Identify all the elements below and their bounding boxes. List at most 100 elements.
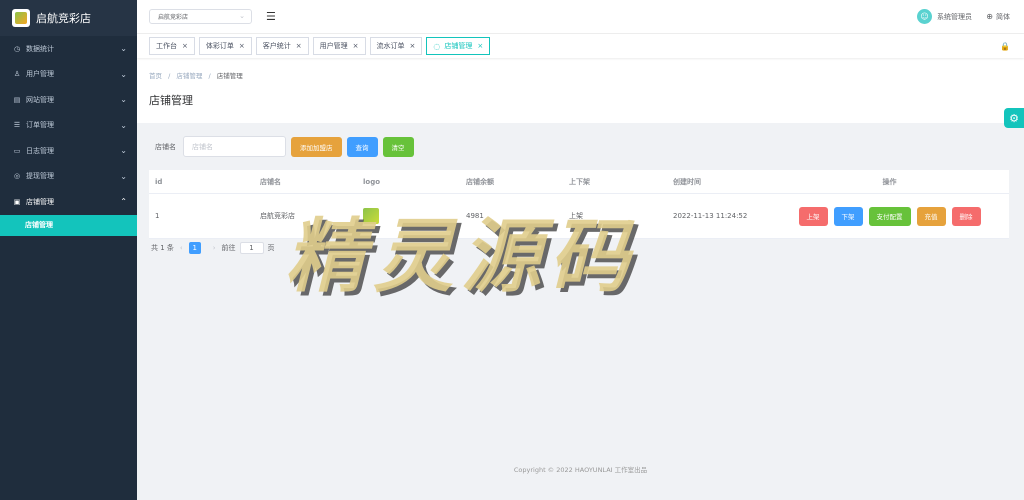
- tab-workbench[interactable]: 工作台 ×: [149, 37, 195, 55]
- recharge-button[interactable]: 充值: [916, 206, 946, 226]
- cell-id: 1: [155, 212, 160, 220]
- payment-config-button[interactable]: 支付配置: [868, 206, 911, 226]
- header-status: 上下架: [569, 177, 590, 186]
- chevron-down-icon: ⌄: [120, 171, 127, 181]
- header-actions: 操作: [882, 177, 897, 186]
- add-franchise-button[interactable]: 添加加盟店: [291, 136, 342, 157]
- close-icon[interactable]: ×: [410, 42, 416, 50]
- shop-icon: ▣: [13, 197, 21, 206]
- chevron-up-icon: ⌃: [120, 197, 127, 207]
- list-off-button[interactable]: 下架: [833, 206, 863, 226]
- sidebar-item-orders[interactable]: ☰ 订单管理 ⌄: [0, 113, 137, 139]
- menu-toggle-icon[interactable]: ☰: [266, 10, 276, 23]
- sidebar-item-label: 订单管理: [26, 121, 54, 130]
- table-header: id 店铺名 logo 店铺余额 上下架 创建时间 操作: [149, 170, 1009, 194]
- search-bar: 店铺名 店铺名 添加加盟店 查询 清空: [149, 136, 419, 157]
- close-icon[interactable]: ×: [182, 42, 188, 50]
- header-logo: logo: [363, 177, 381, 186]
- user-icon: ♙: [13, 70, 21, 79]
- header-created: 创建时间: [673, 177, 701, 186]
- sidebar-item-label: 日志管理: [26, 146, 54, 155]
- sidebar-item-withdraw[interactable]: ◎ 提现管理 ⌄: [0, 164, 137, 190]
- content-area: 店铺名 店铺名 添加加盟店 查询 清空 id 店铺名 logo 店铺余额 上下架…: [137, 132, 1024, 500]
- page-number-current[interactable]: 1: [188, 242, 201, 254]
- header-shop-name: 店铺名: [260, 177, 281, 186]
- close-icon[interactable]: ×: [239, 42, 245, 50]
- breadcrumb-home[interactable]: 首页: [149, 72, 162, 80]
- breadcrumb-separator: /: [208, 72, 211, 80]
- tab-users[interactable]: 用户管理 ×: [312, 37, 366, 55]
- prev-page-icon[interactable]: ‹: [180, 244, 183, 252]
- chevron-down-icon: ⌄: [120, 44, 127, 54]
- sidebar-item-website[interactable]: ▤ 网站管理 ⌄: [0, 87, 137, 113]
- main-area: 启航竞彩店 ⌄ ☰ ☺ 系统管理员 ⊕ 简体 工作台 × 体彩订单 × 客户统计 × …: [137, 0, 1024, 500]
- chevron-down-icon: ⌄: [120, 146, 127, 156]
- app-logo-icon: [12, 9, 30, 27]
- username: 系统管理员: [937, 12, 972, 21]
- sidebar-item-users[interactable]: ♙ 用户管理 ⌄: [0, 62, 137, 88]
- store-select[interactable]: 启航竞彩店 ⌄: [149, 9, 252, 24]
- sidebar-item-label: 提现管理: [26, 172, 54, 181]
- tab-lottery-orders[interactable]: 体彩订单 ×: [198, 37, 252, 55]
- topbar: 启航竞彩店 ⌄ ☰ ☺ 系统管理员 ⊕ 简体: [137, 0, 1024, 34]
- page-title: 店铺管理: [149, 94, 193, 107]
- sidebar-item-logs[interactable]: ▭ 日志管理 ⌄: [0, 138, 137, 164]
- close-icon[interactable]: ×: [353, 42, 359, 50]
- tab-label: 工作台: [156, 42, 177, 50]
- shop-logo-image: [363, 208, 379, 224]
- cell-actions: 上架 下架 支付配置 充值 删除: [770, 206, 1009, 226]
- shop-table: id 店铺名 logo 店铺余额 上下架 创建时间 操作 1 启航竞彩店 498…: [149, 170, 1009, 239]
- brand[interactable]: 启航竞彩店: [0, 0, 137, 36]
- sidebar-item-shops[interactable]: ▣ 店铺管理 ⌃: [0, 189, 137, 215]
- store-select-value: 启航竞彩店: [158, 14, 189, 21]
- refresh-icon: ◌: [433, 41, 441, 51]
- sidebar-item-statistics[interactable]: ◷ 数据统计 ⌄: [0, 36, 137, 62]
- sidebar: 启航竞彩店 ◷ 数据统计 ⌄ ♙ 用户管理 ⌄ ▤ 网站管理 ⌄ ☰ 订单管理 ⌄ ▭ 日志管理 ⌄…: [0, 0, 137, 500]
- list-on-button[interactable]: 上架: [798, 206, 828, 226]
- tab-shops[interactable]: ◌ 店铺管理 ×: [426, 37, 491, 55]
- settings-gear-icon[interactable]: ⚙: [1004, 108, 1024, 128]
- cell-balance: 4981: [466, 212, 484, 220]
- pagination-total: 共 1 条: [151, 244, 174, 252]
- close-icon[interactable]: ×: [296, 42, 302, 50]
- cell-logo: [357, 208, 460, 224]
- document-icon: ▤: [13, 95, 21, 104]
- chevron-down-icon: ⌄: [239, 12, 245, 20]
- header-balance: 店铺余额: [466, 177, 494, 186]
- breadcrumb-shop-group[interactable]: 店铺管理: [176, 72, 202, 80]
- next-page-icon[interactable]: ›: [213, 244, 216, 252]
- shop-name-input[interactable]: 店铺名: [183, 136, 286, 157]
- tab-label: 体彩订单: [205, 42, 234, 50]
- sidebar-subitem-shop-management[interactable]: 店铺管理: [0, 214, 137, 236]
- language-switch[interactable]: ⊕ 简体: [986, 12, 1010, 22]
- globe-icon: ⊕: [986, 12, 993, 21]
- list-icon: ☰: [13, 121, 21, 130]
- page-unit-label: 页: [267, 244, 275, 252]
- query-button[interactable]: 查询: [346, 136, 378, 157]
- lock-icon[interactable]: 🔒: [1000, 42, 1010, 51]
- tab-label: 店铺管理: [444, 42, 473, 50]
- tabs-bar: 工作台 × 体彩订单 × 客户统计 × 用户管理 × 流水订单 × ◌ 店铺管理 × 🔒: [137, 34, 1024, 58]
- chevron-down-icon: ⌄: [120, 95, 127, 105]
- search-label: 店铺名: [155, 142, 176, 151]
- tab-flow-orders[interactable]: 流水订单 ×: [369, 37, 423, 55]
- clear-button[interactable]: 清空: [382, 136, 414, 157]
- cell-status: 上架: [569, 212, 583, 220]
- goto-page-input[interactable]: 1: [239, 242, 264, 254]
- chevron-down-icon: ⌄: [120, 120, 127, 130]
- language-label: 简体: [996, 12, 1010, 21]
- breadcrumb-current: 店铺管理: [216, 72, 243, 80]
- breadcrumb-separator: /: [168, 72, 171, 80]
- cell-shop-name: 启航竞彩店: [260, 212, 295, 220]
- sidebar-item-label: 网站管理: [26, 95, 54, 104]
- tab-label: 用户管理: [319, 42, 348, 50]
- user-menu[interactable]: ☺ 系统管理员: [917, 9, 972, 24]
- pagination: 共 1 条 ‹ 1 › 前往 1 页: [151, 242, 275, 254]
- shop-name-placeholder: 店铺名: [192, 142, 213, 151]
- delete-button[interactable]: 删除: [951, 206, 981, 226]
- tab-customer-stats[interactable]: 客户统计 ×: [255, 37, 309, 55]
- sidebar-item-label: 店铺管理: [26, 197, 54, 206]
- log-icon: ▭: [13, 146, 21, 155]
- close-icon[interactable]: ×: [477, 42, 483, 50]
- tab-label: 流水订单: [376, 42, 405, 50]
